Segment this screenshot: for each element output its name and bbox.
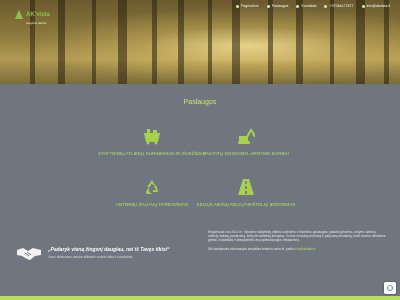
- top-nav: Pagrindinis Paslaugos Kontaktai +3706447…: [235, 4, 390, 8]
- tree-trunk: [178, 0, 184, 84]
- container-icon: [144, 129, 160, 145]
- excavator-icon: [238, 128, 255, 144]
- road-icon: [238, 179, 254, 195]
- phone-icon: [324, 4, 328, 8]
- logo-icon: [14, 9, 24, 19]
- brand-logo[interactable]: AK'vista statybos darbai: [14, 3, 50, 25]
- home-icon: [235, 4, 239, 8]
- handshake-icon: [17, 248, 41, 260]
- nav-label: +37064477877: [329, 4, 354, 8]
- service-label: PASTATŲ GRIOVIMO, ARDYMO DARBAI: [203, 151, 289, 156]
- tree-trunk: [232, 0, 240, 84]
- footer-accent-bar: [0, 296, 400, 300]
- brand-name: AK'vista: [26, 12, 50, 18]
- nav-contacts[interactable]: Kontaktai: [296, 4, 316, 8]
- tree-trunk: [330, 0, 334, 84]
- mail-icon: [361, 4, 365, 8]
- tree-trunk: [58, 0, 65, 84]
- tree-trunk: [152, 0, 157, 84]
- about-contact-paragraph: Dėl detalesnės informacijos kreipkitės t…: [208, 247, 386, 251]
- nav-email[interactable]: info@akvista.lt: [361, 4, 390, 8]
- tree-trunk: [356, 0, 365, 84]
- tree-trunk: [208, 0, 212, 84]
- service-demolition[interactable]: PASTATŲ GRIOVIMO, ARDYMO DARBAI: [186, 127, 306, 156]
- motto-quote: „Padaryk vieną žingsnį daugiau, nei iš T…: [48, 247, 170, 253]
- about-paragraph: Registruota nuo 2012 m. Vykdome statybin…: [208, 230, 386, 243]
- service-label: KELIŲ/LAIKINŲ KELIŲ/AIKŠTELIŲ ĮRENGIMAS: [196, 202, 296, 207]
- service-road-construction[interactable]: KELIŲ/LAIKINŲ KELIŲ/AIKŠTELIŲ ĮRENGIMAS: [186, 178, 306, 207]
- email-link[interactable]: info@akvista.lt: [295, 247, 316, 251]
- nav-phone[interactable]: +37064477877: [324, 4, 354, 8]
- nav-label: info@akvista.lt: [366, 4, 390, 8]
- nav-home[interactable]: Pagrindinis: [235, 4, 259, 8]
- recaptcha-badge[interactable]: [384, 282, 396, 294]
- quote-block: „Padaryk vieną žingsnį daugiau, nei iš T…: [16, 244, 170, 262]
- nav-label: Paslaugos: [271, 4, 289, 8]
- services-title: Paslaugos: [183, 99, 217, 106]
- recycle-icon: [146, 180, 158, 194]
- about-contact-text: Dėl detalesnės informacijos kreipkitės t…: [208, 246, 295, 251]
- about-text: Registruota nuo 2012 m. Vykdome statybin…: [208, 230, 386, 255]
- brand-tagline: statybos darbai: [26, 21, 47, 25]
- hero-banner: AK'vista statybos darbai Pagrindinis Pas…: [0, 0, 400, 84]
- tree-trunk: [268, 0, 273, 84]
- motto-subtext: Visus atliekamus darbus atliksime sutart…: [48, 255, 133, 259]
- nav-services[interactable]: Paslaugos: [266, 4, 289, 8]
- tree-trunk: [92, 0, 96, 84]
- contact-icon: [296, 4, 300, 8]
- tree-trunk: [118, 0, 127, 84]
- nav-label: Kontaktai: [301, 4, 317, 8]
- tree-trunk: [296, 0, 303, 84]
- tree-trunk: [384, 0, 389, 84]
- list-icon: [266, 4, 270, 8]
- nav-label: Pagrindinis: [240, 4, 259, 8]
